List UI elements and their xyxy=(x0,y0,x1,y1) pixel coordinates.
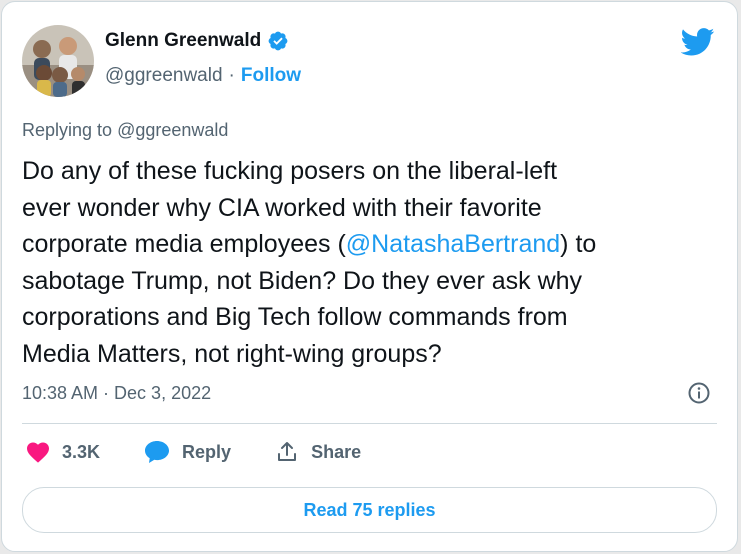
follow-button[interactable]: Follow xyxy=(241,65,301,86)
verified-badge-icon xyxy=(268,31,288,51)
replying-to-line: Replying to @ggreenwald xyxy=(22,120,228,141)
tweet-timestamp[interactable]: 10:38 AM · Dec 3, 2022 xyxy=(22,383,211,404)
share-label: Share xyxy=(311,441,362,462)
tweet-text: Do any of these fucking posers on the li… xyxy=(22,153,722,372)
share-button[interactable]: Share xyxy=(275,440,361,464)
read-replies-button[interactable]: Read 75 replies xyxy=(22,487,717,533)
heart-icon xyxy=(27,442,49,463)
reply-label: Reply xyxy=(182,441,232,462)
action-bar: 3.3K Reply Share xyxy=(26,440,405,464)
like-button[interactable]: 3.3K xyxy=(26,441,100,463)
reply-button[interactable]: Reply xyxy=(144,440,231,464)
handle-separator: · xyxy=(228,65,235,86)
info-icon[interactable] xyxy=(687,381,711,405)
author-name[interactable]: Glenn Greenwald xyxy=(105,30,261,52)
author-handle-row: @ggreenwald · Follow xyxy=(105,65,301,87)
author-name-row: Glenn Greenwald xyxy=(105,30,289,52)
divider xyxy=(22,423,717,424)
like-count: 3.3K xyxy=(62,441,101,462)
reply-bubble-icon xyxy=(145,441,170,463)
replying-to-handle[interactable]: @ggreenwald xyxy=(117,120,228,140)
avatar[interactable] xyxy=(22,25,94,97)
share-icon xyxy=(278,442,297,461)
mention-link[interactable]: @NatashaBertrand xyxy=(346,230,560,258)
tweet-card: Glenn Greenwald @ggreenwald · Follow Reply… xyxy=(1,1,738,552)
twitter-bird-icon[interactable] xyxy=(681,28,715,56)
avatar-image xyxy=(22,25,94,97)
author-handle[interactable]: @ggreenwald xyxy=(105,65,223,86)
replying-to-prefix: Replying to xyxy=(22,120,118,140)
